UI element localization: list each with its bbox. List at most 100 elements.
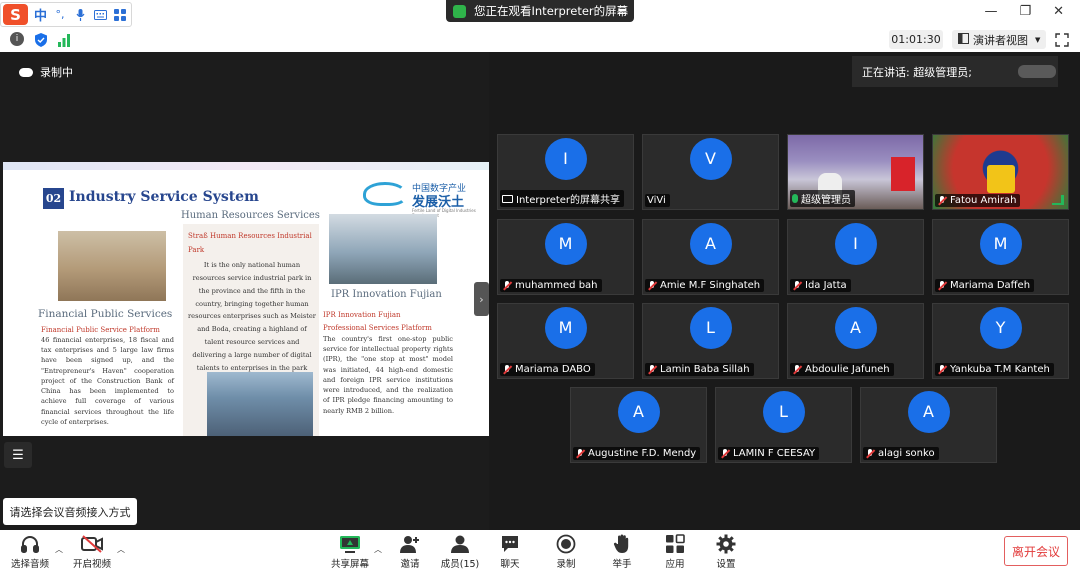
close-icon[interactable]: ✕ bbox=[1053, 4, 1064, 19]
record-label: 录制 bbox=[556, 559, 576, 570]
settings-label: 设置 bbox=[716, 559, 736, 570]
financial-body: 46 financial enterprises, 18 fiscal and … bbox=[41, 336, 174, 426]
participant-label: Interpreter的屏幕共享 bbox=[500, 190, 625, 207]
video-label: 开启视频 bbox=[72, 559, 111, 570]
participant-tile[interactable]: 超级管理员 bbox=[787, 134, 924, 210]
raise-hand-button[interactable]: 举手 bbox=[592, 534, 652, 570]
participant-label: muhammed bah bbox=[500, 279, 602, 292]
mic-off-icon bbox=[647, 280, 657, 291]
participant-tile[interactable]: V ViVi bbox=[642, 134, 779, 210]
mic-off-icon bbox=[792, 364, 802, 375]
sogou-logo-icon[interactable]: S bbox=[3, 4, 28, 25]
settings-button[interactable]: 设置 bbox=[696, 534, 756, 570]
viewing-banner: 您正在观看Interpreter的屏幕 ☰ bbox=[446, 0, 634, 22]
participant-tile[interactable]: I Interpreter的屏幕共享 bbox=[497, 134, 634, 210]
participant-name: LAMIN F CEESAY bbox=[733, 448, 816, 459]
participant-tile[interactable]: A Augustine F.D. Mendy bbox=[570, 387, 707, 463]
meeting-main: 录制中 02 Industry Service System 中国数字产业 发展… bbox=[0, 52, 1080, 530]
share-status-icon bbox=[453, 4, 466, 18]
participant-tile[interactable]: A Amie M.F Singhateh bbox=[642, 219, 779, 295]
avatar: A bbox=[834, 306, 877, 349]
participant-label: alagi sonko bbox=[863, 447, 939, 460]
restore-icon[interactable]: ❐ bbox=[1019, 4, 1031, 19]
participant-tile[interactable]: M Mariama Daffeh bbox=[932, 219, 1069, 295]
punctuation-icon[interactable]: °, bbox=[53, 8, 67, 21]
coat-of-arms-image bbox=[987, 165, 1015, 193]
chat-icon bbox=[499, 534, 521, 554]
ipr-subtitle-2: Professional Services Platform bbox=[323, 324, 432, 332]
participant-name: Abdoulie Jafuneh bbox=[805, 364, 890, 375]
view-mode-label: 演讲者视图 bbox=[973, 33, 1028, 47]
cloud-record-icon bbox=[19, 67, 33, 77]
video-options-chevron-icon[interactable]: ︿ bbox=[117, 544, 125, 555]
avatar: M bbox=[544, 306, 587, 349]
mic-off-icon bbox=[865, 448, 875, 459]
participant-tile[interactable]: Mmuhammed bah bbox=[497, 219, 634, 295]
audio-tooltip: 请选择会议音频接入方式 bbox=[3, 498, 137, 525]
slide-header-band bbox=[3, 162, 489, 170]
shared-screen-pane: 录制中 02 Industry Service System 中国数字产业 发展… bbox=[0, 52, 489, 530]
title-bar: S 中 °, 您正在观看Interpreter的屏幕 ☰ — ❐ ✕ bbox=[0, 0, 1080, 27]
invite-label: 邀请 bbox=[400, 559, 420, 570]
participant-tile[interactable]: Aalagi sonko bbox=[860, 387, 997, 463]
hr-body: It is the only national human resources … bbox=[188, 261, 316, 372]
recording-indicator: 录制中 bbox=[19, 64, 73, 80]
participant-label: LAMIN F CEESAY bbox=[718, 447, 820, 460]
participant-tile[interactable]: I Ida Jatta bbox=[787, 219, 924, 295]
avatar: A bbox=[617, 390, 660, 433]
hr-title: Human Resources Services bbox=[181, 210, 320, 221]
participant-tile[interactable]: L LAMIN F CEESAY bbox=[715, 387, 852, 463]
participant-label: Augustine F.D. Mendy bbox=[573, 447, 701, 460]
mic-off-icon bbox=[720, 448, 730, 459]
speaker-view-icon bbox=[958, 32, 969, 47]
hr-subtitle-1: Straß Human Resources Industrial bbox=[188, 232, 312, 240]
shield-icon[interactable] bbox=[34, 32, 48, 47]
participant-label: ViVi bbox=[645, 194, 670, 207]
participant-tile[interactable]: Y Yankuba T.M Kanteh bbox=[932, 303, 1069, 379]
view-mode-dropdown[interactable]: 演讲者视图 ▼ bbox=[952, 30, 1046, 49]
mic-off-icon bbox=[792, 280, 802, 291]
participant-tile[interactable]: L Lamin Baba Sillah bbox=[642, 303, 779, 379]
meeting-timer: 01:01:30 bbox=[889, 30, 943, 49]
chat-button[interactable]: 聊天 bbox=[480, 534, 540, 570]
speaking-label: 正在讲话: 超级管理员; bbox=[862, 65, 972, 79]
info-icon[interactable]: i bbox=[10, 32, 24, 46]
video-button[interactable]: 开启视频 bbox=[62, 534, 122, 570]
list-menu-icon[interactable]: ☰ bbox=[4, 442, 32, 468]
speaking-indicator: 正在讲话: 超级管理员; bbox=[852, 56, 1058, 87]
participant-name: Lamin Baba Sillah bbox=[660, 364, 750, 375]
ime-toolbar[interactable]: S 中 °, bbox=[0, 2, 132, 27]
participant-label: Amie M.F Singhateh bbox=[645, 279, 765, 292]
mic-off-icon bbox=[502, 364, 512, 375]
signal-strength-icon[interactable] bbox=[57, 32, 71, 47]
window-controls: — ❐ ✕ bbox=[984, 4, 1064, 19]
fullscreen-icon[interactable] bbox=[1055, 32, 1069, 47]
ime-mode-toggle[interactable]: 中 bbox=[34, 5, 47, 24]
grid-menu-icon[interactable] bbox=[113, 8, 127, 21]
keyboard-icon[interactable] bbox=[93, 9, 107, 21]
participant-name: ViVi bbox=[647, 195, 666, 206]
participant-tile[interactable]: Fatou Amirah bbox=[932, 134, 1069, 210]
banner-menu-icon[interactable]: ☰ bbox=[617, 4, 627, 17]
audio-button[interactable]: 选择音频 bbox=[0, 534, 60, 570]
mic-off-icon bbox=[937, 364, 947, 375]
avatar: M bbox=[544, 222, 587, 265]
leave-meeting-button[interactable]: 离开会议 bbox=[1004, 536, 1068, 566]
participant-tile[interactable]: M Mariama DABO bbox=[497, 303, 634, 379]
participant-tile[interactable]: A Abdoulie Jafuneh bbox=[787, 303, 924, 379]
participant-name: alagi sonko bbox=[878, 448, 935, 459]
participant-name: Ida Jatta bbox=[805, 280, 847, 291]
share-screen-button[interactable]: 共享屏幕 bbox=[320, 534, 380, 570]
minimize-icon[interactable]: — bbox=[984, 4, 997, 19]
hr-subtitle-2: Park bbox=[188, 246, 205, 254]
chat-label: 聊天 bbox=[500, 559, 520, 570]
ipr-title: IPR Innovation Fujian bbox=[331, 289, 442, 300]
avatar: L bbox=[762, 390, 805, 433]
record-button[interactable]: 录制 bbox=[536, 534, 596, 570]
pane-splitter-handle[interactable]: › bbox=[474, 282, 489, 316]
mic-off-icon bbox=[647, 364, 657, 375]
raise-hand-label: 举手 bbox=[612, 559, 632, 570]
shared-slide: 02 Industry Service System 中国数字产业 发展沃土 F… bbox=[3, 162, 489, 436]
microphone-icon[interactable] bbox=[73, 8, 87, 21]
participant-label: Lamin Baba Sillah bbox=[645, 363, 754, 376]
